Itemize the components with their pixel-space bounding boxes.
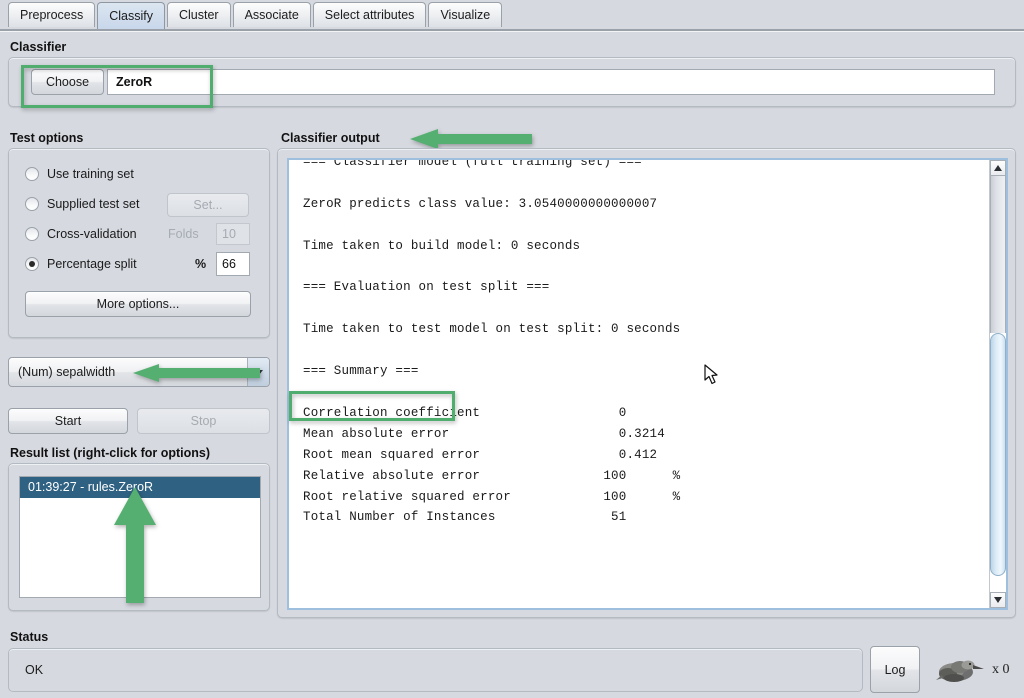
scroll-up-icon[interactable] (990, 160, 1006, 176)
chevron-down-icon[interactable] (247, 358, 269, 386)
scrollbar-thumb[interactable] (990, 333, 1006, 576)
stop-button[interactable]: Stop (137, 408, 270, 434)
start-button[interactable]: Start (8, 408, 128, 434)
folds-input[interactable]: 10 (216, 223, 250, 245)
result-list[interactable]: 01:39:27 - rules.ZeroR (19, 476, 261, 598)
tab-select-attributes[interactable]: Select attributes (313, 2, 427, 27)
classifier-output-textarea[interactable]: . . === Classifier model (full training … (287, 158, 1008, 610)
percentage-split-input[interactable]: 66 (216, 252, 250, 276)
tab-cluster[interactable]: Cluster (167, 2, 231, 27)
test-options-panel: Use training set Supplied test set Set..… (8, 148, 270, 338)
radio-percentage-split-label: Percentage split (47, 257, 137, 271)
classifier-output-content: === Classifier model (full training set)… (303, 158, 680, 528)
result-list-panel: 01:39:27 - rules.ZeroR (8, 463, 270, 611)
choose-classifier-button[interactable]: Choose (31, 69, 104, 95)
radio-supplied-test-set-label: Supplied test set (47, 197, 139, 211)
more-options-button[interactable]: More options... (25, 291, 251, 317)
tab-bar: PreprocessClassifyClusterAssociateSelect… (0, 0, 1024, 31)
classifier-output-scrollbar[interactable] (989, 160, 1006, 608)
radio-percentage-split[interactable]: Percentage split (25, 255, 137, 273)
scroll-down-icon[interactable] (990, 592, 1006, 608)
radio-cross-validation[interactable]: Cross-validation (25, 225, 137, 243)
set-test-set-button[interactable]: Set... (167, 193, 249, 217)
result-list-item[interactable]: 01:39:27 - rules.ZeroR (20, 477, 260, 498)
radio-supplied-test-set-indicator[interactable] (25, 197, 39, 211)
radio-cross-validation-label: Cross-validation (47, 227, 137, 241)
tab-bar-divider-highlight (0, 31, 1024, 32)
status-section-title: Status (10, 630, 48, 644)
tab-classify[interactable]: Classify (97, 2, 165, 31)
tab-visualize[interactable]: Visualize (428, 2, 502, 27)
radio-use-training-set-label: Use training set (47, 167, 134, 181)
weka-bird-icon (934, 655, 986, 685)
classifier-panel: Choose ZeroR (8, 57, 1016, 107)
test-options-section-title: Test options (10, 131, 83, 145)
radio-cross-validation-indicator[interactable] (25, 227, 39, 241)
classifier-output-panel: . . === Classifier model (full training … (277, 148, 1016, 618)
bird-count-label: x 0 (992, 662, 1010, 678)
radio-supplied-test-set[interactable]: Supplied test set (25, 195, 139, 213)
classifier-section-title: Classifier (10, 40, 66, 54)
tab-associate[interactable]: Associate (233, 2, 311, 27)
log-button[interactable]: Log (870, 646, 920, 693)
class-attribute-combo[interactable]: (Num) sepalwidth (8, 357, 270, 387)
classifier-name-field[interactable]: ZeroR (107, 69, 995, 95)
tab-strip: PreprocessClassifyClusterAssociateSelect… (8, 2, 504, 30)
classifier-output-section-title: Classifier output (281, 131, 380, 145)
folds-label: Folds (168, 227, 199, 241)
scrollbar-track-upper[interactable] (990, 176, 1006, 333)
radio-percentage-split-indicator[interactable] (25, 257, 39, 271)
radio-use-training-set[interactable]: Use training set (25, 165, 134, 183)
tab-preprocess[interactable]: Preprocess (8, 2, 95, 27)
radio-use-training-set-indicator[interactable] (25, 167, 39, 181)
percent-label: % (195, 257, 206, 271)
result-list-section-title: Result list (right-click for options) (10, 446, 210, 460)
class-attribute-combo-value: (Num) sepalwidth (9, 365, 247, 379)
weka-explorer-window: PreprocessClassifyClusterAssociateSelect… (0, 0, 1024, 698)
status-message: OK (8, 648, 863, 692)
